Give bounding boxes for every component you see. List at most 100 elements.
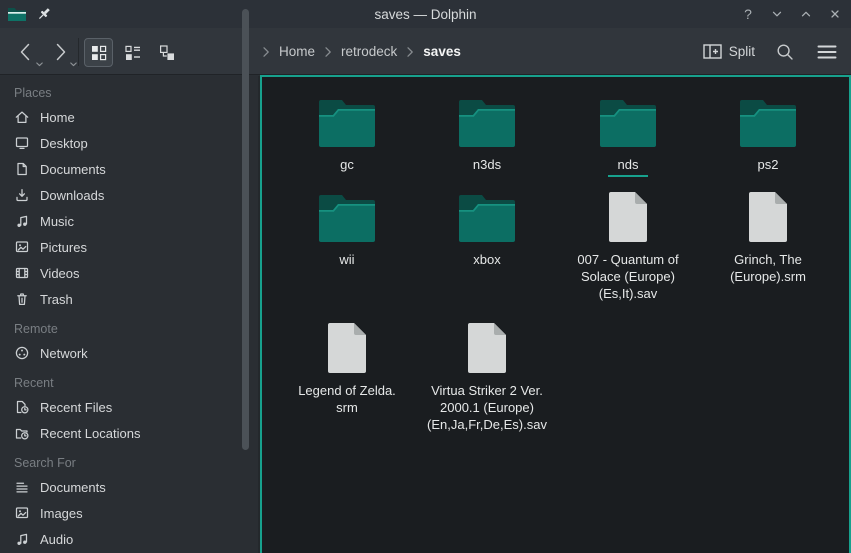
item-label: 007 - Quantum ofSolace (Europe)(Es,It).s…: [577, 251, 678, 302]
sidebar-item-label: Recent Locations: [40, 426, 140, 441]
window-title: saves — Dolphin: [0, 7, 851, 22]
sidebar-item-label: Trash: [40, 292, 73, 307]
section-header-search-for: Search For: [0, 454, 258, 472]
sidebar-item-search-images[interactable]: Images: [0, 500, 258, 526]
breadcrumb-chevron-icon: [262, 46, 270, 58]
breadcrumb-segment-saves[interactable]: saves: [423, 44, 461, 59]
sidebar-item-home[interactable]: Home: [0, 104, 258, 130]
chevron-down-icon: [69, 61, 78, 68]
chevron-down-icon: [770, 7, 784, 21]
sidebar-item-label: Documents: [40, 162, 106, 177]
folder-icon: [459, 97, 515, 147]
breadcrumb-chevron-icon: [406, 46, 414, 58]
breadcrumb-chevron-icon: [324, 46, 332, 58]
close-icon: [828, 7, 842, 21]
sidebar-item-trash[interactable]: Trash: [0, 286, 258, 312]
sidebar-item-network[interactable]: Network: [0, 340, 258, 366]
maximize-button[interactable]: [798, 6, 814, 22]
sidebar-item-documents[interactable]: Documents: [0, 156, 258, 182]
section-header-remote: Remote: [0, 320, 258, 338]
item-label: wii: [339, 251, 354, 268]
forward-button[interactable]: [46, 38, 74, 66]
file-legend-of-zelda[interactable]: Legend of Zelda.srm: [277, 323, 417, 416]
item-label: Grinch, The(Europe).srm: [730, 251, 806, 285]
chevron-up-icon: [799, 7, 813, 21]
sidebar-item-label: Music: [40, 214, 74, 229]
sidebar-item-label: Audio: [40, 532, 73, 547]
hamburger-menu-icon: [817, 44, 837, 60]
tree-view-button[interactable]: [152, 38, 181, 67]
file-icon: [609, 192, 647, 242]
sidebar-item-pictures[interactable]: Pictures: [0, 234, 258, 260]
home-icon: [14, 109, 30, 125]
folder-icon: [459, 192, 515, 242]
file-007-quantum-of-solace[interactable]: 007 - Quantum ofSolace (Europe)(Es,It).s…: [558, 192, 698, 302]
back-button[interactable]: [12, 38, 40, 66]
search-icon: [775, 42, 795, 62]
breadcrumb-segment-home[interactable]: Home: [279, 44, 315, 59]
sidebar-item-label: Documents: [40, 480, 106, 495]
chevron-down-icon: [35, 61, 44, 68]
folder-icon: [319, 97, 375, 147]
folder-ps2[interactable]: ps2: [698, 97, 838, 173]
sidebar-item-desktop[interactable]: Desktop: [0, 130, 258, 156]
split-view-icon: [703, 44, 722, 59]
sidebar-item-label: Network: [40, 346, 88, 361]
sidebar-item-music[interactable]: Music: [0, 208, 258, 234]
details-view-button[interactable]: [118, 38, 147, 67]
help-icon: ?: [744, 6, 752, 22]
details-view-icon: [124, 44, 142, 62]
sidebar-item-search-documents[interactable]: Documents: [0, 474, 258, 500]
split-label: Split: [729, 44, 755, 59]
section-header-places: Places: [0, 84, 258, 102]
item-label: ps2: [758, 156, 779, 173]
image-icon: [14, 239, 30, 255]
file-icon: [749, 192, 787, 242]
menu-button[interactable]: [815, 40, 839, 64]
file-virtua-striker-2[interactable]: Virtua Striker 2 Ver.2000.1 (Europe)(En,…: [417, 323, 557, 433]
folder-icon: [740, 97, 796, 147]
folder-icon: [600, 97, 656, 147]
folder-n3ds[interactable]: n3ds: [417, 97, 557, 173]
folder-wii[interactable]: wii: [277, 192, 417, 268]
sidebar-item-videos[interactable]: Videos: [0, 260, 258, 286]
desktop-icon: [14, 135, 30, 151]
file-grinch-the[interactable]: Grinch, The(Europe).srm: [698, 192, 838, 285]
close-button[interactable]: [827, 6, 843, 22]
item-label: nds: [618, 156, 639, 173]
breadcrumb: Home retrodeck saves: [262, 28, 461, 75]
sidebar-item-recent-locations[interactable]: Recent Locations: [0, 420, 258, 446]
breadcrumb-segment-retrodeck[interactable]: retrodeck: [341, 44, 397, 59]
folder-gc[interactable]: gc: [277, 97, 417, 173]
folder-xbox[interactable]: xbox: [417, 192, 557, 268]
dolphin-window: saves — Dolphin ?: [0, 0, 851, 553]
item-label: n3ds: [473, 156, 501, 173]
sidebar-item-label: Desktop: [40, 136, 88, 151]
toolbar-separator: [78, 38, 79, 66]
help-button[interactable]: ?: [740, 6, 756, 22]
tree-view-icon: [158, 44, 176, 62]
item-label: Legend of Zelda.srm: [298, 382, 396, 416]
sidebar-item-label: Recent Files: [40, 400, 112, 415]
folder-view: gc n3ds nds ps2 wii: [260, 75, 851, 553]
download-icon: [14, 187, 30, 203]
sidebar-item-search-audio[interactable]: Audio: [0, 526, 258, 552]
icons-view-button[interactable]: [84, 38, 113, 67]
split-button[interactable]: Split: [703, 44, 755, 59]
search-button[interactable]: [773, 40, 797, 64]
folder-icon: [319, 192, 375, 242]
minimize-button[interactable]: [769, 6, 785, 22]
sidebar-scrollbar-thumb[interactable]: [242, 9, 249, 450]
recent-folder-icon: [14, 425, 30, 441]
item-label: gc: [340, 156, 354, 173]
sidebar-item-downloads[interactable]: Downloads: [0, 182, 258, 208]
music-note-icon: [14, 531, 30, 547]
text-lines-icon: [14, 479, 30, 495]
folder-nds[interactable]: nds: [558, 97, 698, 177]
places-panel: Places Home Desktop Documents Downloads …: [0, 76, 258, 553]
item-label: xbox: [473, 251, 500, 268]
file-icon: [328, 323, 366, 373]
sidebar-item-label: Pictures: [40, 240, 87, 255]
focus-underline: [608, 175, 648, 177]
sidebar-item-recent-files[interactable]: Recent Files: [0, 394, 258, 420]
